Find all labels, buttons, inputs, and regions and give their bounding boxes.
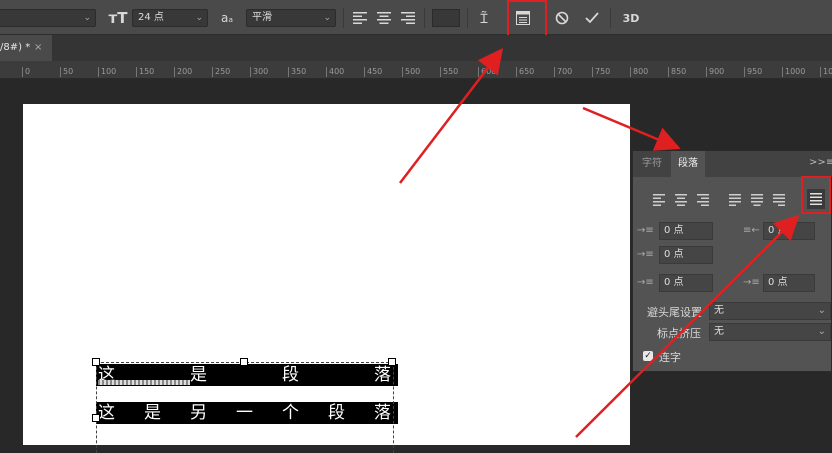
annotation-arrows: [399, 48, 800, 438]
annotation-arrow: [575, 214, 800, 438]
annotation-arrow: [582, 106, 681, 151]
annotation-arrow: [399, 48, 504, 184]
